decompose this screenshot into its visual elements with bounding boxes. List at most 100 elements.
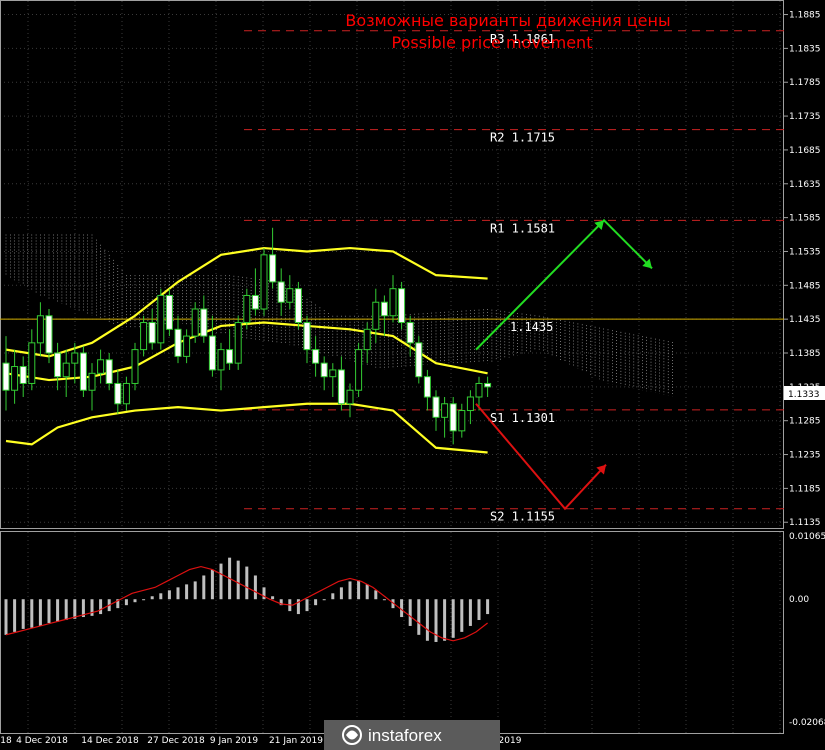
candle-body xyxy=(277,281,285,303)
candle-body xyxy=(105,359,113,384)
candle-body xyxy=(320,362,328,378)
candle-body xyxy=(286,288,294,303)
chart-title-en: Possible price movement xyxy=(392,33,593,52)
time-tick-label: 27 Dec 2018 xyxy=(147,736,205,746)
osc-bar xyxy=(21,599,25,629)
candle-body xyxy=(251,294,259,310)
candle-body xyxy=(389,288,397,317)
candle-body xyxy=(28,342,36,384)
candle-body xyxy=(234,322,242,364)
candle-body xyxy=(415,342,423,378)
candle-body xyxy=(208,335,216,371)
candle-body xyxy=(423,376,431,398)
price-tick-label: 1.1185 xyxy=(789,484,821,494)
osc-bar xyxy=(322,599,326,601)
candle-body xyxy=(131,349,139,384)
candle-body xyxy=(165,294,173,330)
candle-body xyxy=(157,294,165,344)
osc-bar xyxy=(236,560,240,600)
current-price-label: 1.1333 xyxy=(788,390,820,400)
candle-body xyxy=(2,362,10,391)
candle-body xyxy=(406,322,414,344)
osc-bar xyxy=(486,599,490,615)
osc-bar xyxy=(365,584,369,600)
candle-body xyxy=(269,254,277,283)
candle-body xyxy=(45,315,53,354)
osc-tick-label: 0.01065 xyxy=(789,532,825,542)
time-tick-label: 4 Dec 2018 xyxy=(16,736,68,746)
candle-body xyxy=(432,396,440,418)
price-tick-label: 1.1285 xyxy=(789,417,821,427)
candle-body xyxy=(355,349,363,391)
osc-tick-label: -0.02068 xyxy=(789,718,825,728)
pivot-level-label: S2 1.1155 xyxy=(490,510,555,524)
price-tick-label: 1.1385 xyxy=(789,349,821,359)
osc-bar xyxy=(253,575,257,600)
candle-body xyxy=(174,328,182,357)
osc-bar xyxy=(64,599,68,621)
osc-bar xyxy=(38,599,42,626)
candle-body xyxy=(380,301,388,317)
osc-bar xyxy=(193,581,197,600)
osc-bar xyxy=(305,599,309,612)
candle-body xyxy=(329,369,337,378)
osc-bar xyxy=(185,584,189,600)
pivot-level-label: R2 1.1715 xyxy=(490,131,555,145)
osc-bar xyxy=(124,599,128,606)
price-chart: R3 1.1861R2 1.1715R1 1.15811.1435S1 1.13… xyxy=(0,0,825,750)
time-tick-label: 9 Jan 2019 xyxy=(210,736,258,746)
candle-body xyxy=(226,349,234,364)
osc-bar xyxy=(382,599,386,601)
osc-bar xyxy=(167,590,171,600)
osc-bar xyxy=(339,587,343,600)
osc-bar xyxy=(210,569,214,600)
candle-body xyxy=(398,288,406,324)
osc-bar xyxy=(176,587,180,600)
candle-body xyxy=(19,366,27,384)
candle-body xyxy=(466,396,474,412)
price-tick-label: 1.1435 xyxy=(789,315,821,325)
price-tick-label: 1.1135 xyxy=(789,518,821,528)
candle-body xyxy=(441,403,449,418)
candle-body xyxy=(484,382,492,388)
price-tick-label: 1.1885 xyxy=(789,11,821,21)
time-tick-label: 18 xyxy=(0,736,12,746)
osc-bar xyxy=(13,599,17,632)
candle-body xyxy=(191,308,199,337)
candle-body xyxy=(140,322,148,351)
pivot-level-label: S1 1.1301 xyxy=(490,411,555,425)
price-tick-label: 1.1585 xyxy=(789,214,821,224)
price-tick-label: 1.1735 xyxy=(789,112,821,122)
osc-bar xyxy=(468,599,472,626)
candle-body xyxy=(183,335,191,357)
candle-body xyxy=(54,352,62,378)
watermark: instaforex xyxy=(324,720,500,750)
osc-bar xyxy=(348,581,352,600)
pivot-level-label: 1.1435 xyxy=(510,320,553,334)
candle-body xyxy=(200,308,208,337)
candle-body xyxy=(372,301,380,330)
candle-body xyxy=(243,294,251,324)
candle-body xyxy=(62,362,70,378)
osc-bar xyxy=(47,599,51,623)
osc-bar xyxy=(357,580,361,600)
price-tick-label: 1.1485 xyxy=(789,281,821,291)
osc-bar xyxy=(374,590,378,600)
candle-body xyxy=(294,288,302,324)
candle-body xyxy=(79,352,87,391)
osc-bar xyxy=(443,599,447,641)
price-tick-label: 1.1835 xyxy=(789,44,821,54)
time-tick-label: 21 Jan 2019 xyxy=(269,736,323,746)
candle-body xyxy=(11,366,19,391)
osc-bar xyxy=(219,563,223,600)
osc-bar xyxy=(150,596,154,600)
osc-bar xyxy=(133,599,137,603)
price-tick-label: 1.1535 xyxy=(789,247,821,257)
osc-bar xyxy=(56,599,60,622)
price-tick-label: 1.1785 xyxy=(789,78,821,88)
osc-bar xyxy=(30,599,34,628)
candle-body xyxy=(363,328,371,351)
osc-bar xyxy=(417,599,421,635)
chart-background xyxy=(0,0,825,750)
osc-bar xyxy=(271,596,275,600)
